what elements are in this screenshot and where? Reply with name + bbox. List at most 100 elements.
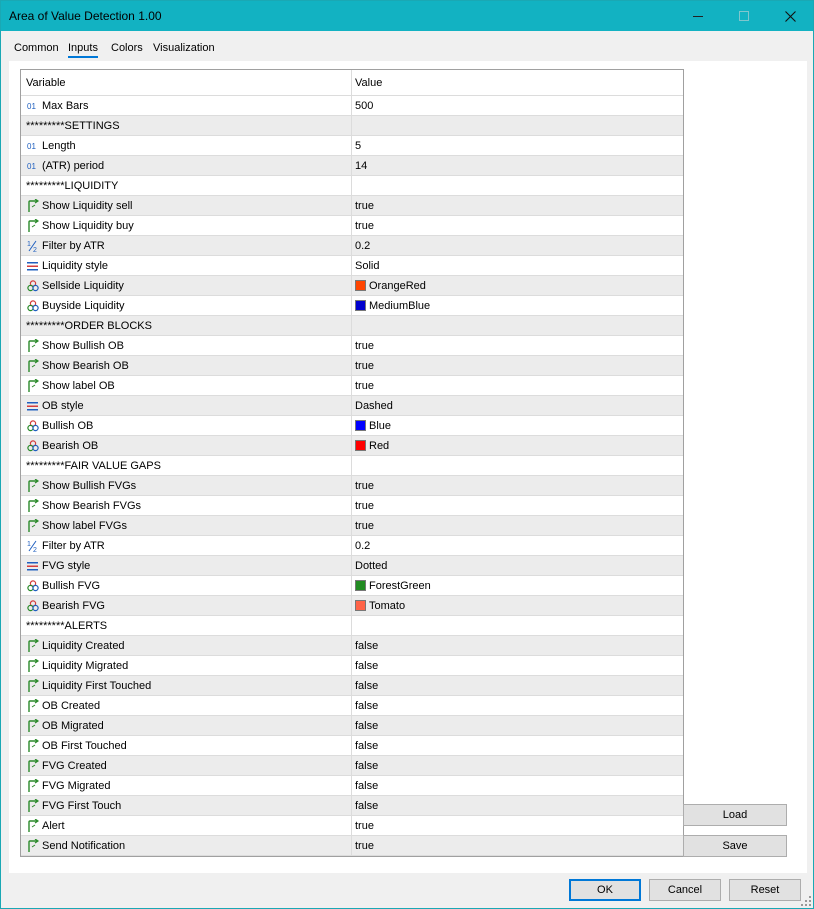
minimize-button[interactable] [675, 1, 721, 31]
table-row[interactable]: OB Created false [21, 696, 683, 716]
value-cell[interactable]: true [352, 196, 683, 216]
cancel-button[interactable]: Cancel [649, 879, 721, 901]
table-row[interactable]: Show Bearish OB true [21, 356, 683, 376]
value-cell[interactable]: true [352, 836, 683, 856]
table-row[interactable]: OB Migrated false [21, 716, 683, 736]
value-cell[interactable]: false [352, 716, 683, 736]
color-swatch[interactable] [355, 440, 366, 451]
value-cell[interactable]: true [352, 216, 683, 236]
value-cell[interactable]: true [352, 496, 683, 516]
table-row[interactable]: Alert true [21, 816, 683, 836]
table-row[interactable]: FVG style Dotted [21, 556, 683, 576]
table-row[interactable]: Liquidity style Solid [21, 256, 683, 276]
section-row[interactable]: *********LIQUIDITY [21, 176, 683, 196]
value-cell[interactable]: Solid [352, 256, 683, 276]
boolean-icon [26, 498, 40, 513]
table-row[interactable]: Show Bearish FVGs true [21, 496, 683, 516]
table-row[interactable]: OB First Touched false [21, 736, 683, 756]
table-row[interactable]: Liquidity Created false [21, 636, 683, 656]
value-cell[interactable]: Blue [352, 416, 683, 436]
tab-inputs[interactable]: Inputs [68, 42, 98, 58]
value-text: 500 [355, 99, 374, 112]
value-cell[interactable]: false [352, 796, 683, 816]
table-row[interactable]: Show Bullish FVGs true [21, 476, 683, 496]
color-swatch[interactable] [355, 580, 366, 591]
table-row[interactable]: Send Notification true [21, 836, 683, 856]
section-row[interactable]: *********SETTINGS [21, 116, 683, 136]
value-cell[interactable]: true [352, 516, 683, 536]
variable-cell: Buyside Liquidity [21, 296, 352, 316]
value-cell[interactable]: Red [352, 436, 683, 456]
table-row[interactable]: FVG Created false [21, 756, 683, 776]
table-row[interactable]: FVG First Touch false [21, 796, 683, 816]
table-row[interactable]: Bearish OB Red [21, 436, 683, 456]
ok-button[interactable]: OK [569, 879, 641, 901]
table-row[interactable]: Show Liquidity buy true [21, 216, 683, 236]
resize-grip-icon[interactable] [801, 896, 811, 906]
value-cell[interactable]: Dotted [352, 556, 683, 576]
value-cell[interactable]: 5 [352, 136, 683, 156]
table-row[interactable]: 1 2 Filter by ATR 0.2 [21, 536, 683, 556]
color-swatch[interactable] [355, 280, 366, 291]
value-cell[interactable]: true [352, 376, 683, 396]
value-cell[interactable]: false [352, 736, 683, 756]
table-row[interactable]: Bullish OB Blue [21, 416, 683, 436]
value-cell[interactable]: false [352, 656, 683, 676]
value-cell[interactable]: OrangeRed [352, 276, 683, 296]
value-cell[interactable]: 500 [352, 96, 683, 116]
tab-colors[interactable]: Colors [111, 42, 143, 54]
value-cell[interactable]: false [352, 776, 683, 796]
value-cell[interactable]: ForestGreen [352, 576, 683, 596]
table-row[interactable]: 01 Max Bars 500 [21, 96, 683, 116]
table-row[interactable]: Bearish FVG Tomato [21, 596, 683, 616]
tab-common[interactable]: Common [14, 42, 59, 54]
value-cell[interactable]: MediumBlue [352, 296, 683, 316]
value-cell[interactable]: false [352, 756, 683, 776]
value-cell[interactable]: true [352, 816, 683, 836]
section-row[interactable]: *********ORDER BLOCKS [21, 316, 683, 336]
close-button[interactable] [767, 1, 813, 31]
column-header-variable[interactable]: Variable [21, 70, 352, 96]
value-cell[interactable]: false [352, 696, 683, 716]
tab-visualization[interactable]: Visualization [153, 42, 215, 54]
value-cell[interactable]: Dashed [352, 396, 683, 416]
table-row[interactable]: Liquidity First Touched false [21, 676, 683, 696]
table-row[interactable]: Sellside Liquidity OrangeRed [21, 276, 683, 296]
color-swatch[interactable] [355, 420, 366, 431]
value-cell[interactable]: true [352, 336, 683, 356]
value-cell[interactable]: true [352, 356, 683, 376]
value-cell[interactable]: false [352, 636, 683, 656]
table-row[interactable]: Show label OB true [21, 376, 683, 396]
color-swatch[interactable] [355, 600, 366, 611]
value-cell[interactable]: 14 [352, 156, 683, 176]
save-button[interactable]: Save [683, 835, 787, 857]
table-row[interactable]: Show label FVGs true [21, 516, 683, 536]
value-cell[interactable]: 0.2 [352, 236, 683, 256]
color-swatch[interactable] [355, 300, 366, 311]
value-cell[interactable]: 0.2 [352, 536, 683, 556]
value-cell[interactable]: Tomato [352, 596, 683, 616]
table-row[interactable]: Liquidity Migrated false [21, 656, 683, 676]
table-row[interactable]: FVG Migrated false [21, 776, 683, 796]
table-row[interactable]: 1 2 Filter by ATR 0.2 [21, 236, 683, 256]
table-row[interactable]: Bullish FVG ForestGreen [21, 576, 683, 596]
section-row[interactable]: *********ALERTS [21, 616, 683, 636]
boolean-icon [26, 518, 40, 533]
value-text: false [355, 719, 379, 732]
value-cell[interactable]: true [352, 476, 683, 496]
table-row[interactable]: 01 (ATR) period 14 [21, 156, 683, 176]
inputs-panel: Variable Value 01 Max Bars 500 *********SET… [9, 61, 807, 873]
table-row[interactable]: Show Bullish OB true [21, 336, 683, 356]
title-bar[interactable]: Area of Value Detection 1.00 [1, 1, 813, 31]
load-button[interactable]: Load [683, 804, 787, 826]
table-row[interactable]: Show Liquidity sell true [21, 196, 683, 216]
reset-button[interactable]: Reset [729, 879, 801, 901]
table-row[interactable]: 01 Length 5 [21, 136, 683, 156]
variable-label: Bullish FVG [42, 579, 101, 592]
table-row[interactable]: OB style Dashed [21, 396, 683, 416]
column-header-value[interactable]: Value [352, 70, 683, 96]
section-row[interactable]: *********FAIR VALUE GAPS [21, 456, 683, 476]
maximize-button [721, 1, 767, 31]
table-row[interactable]: Buyside Liquidity MediumBlue [21, 296, 683, 316]
value-cell[interactable]: false [352, 676, 683, 696]
